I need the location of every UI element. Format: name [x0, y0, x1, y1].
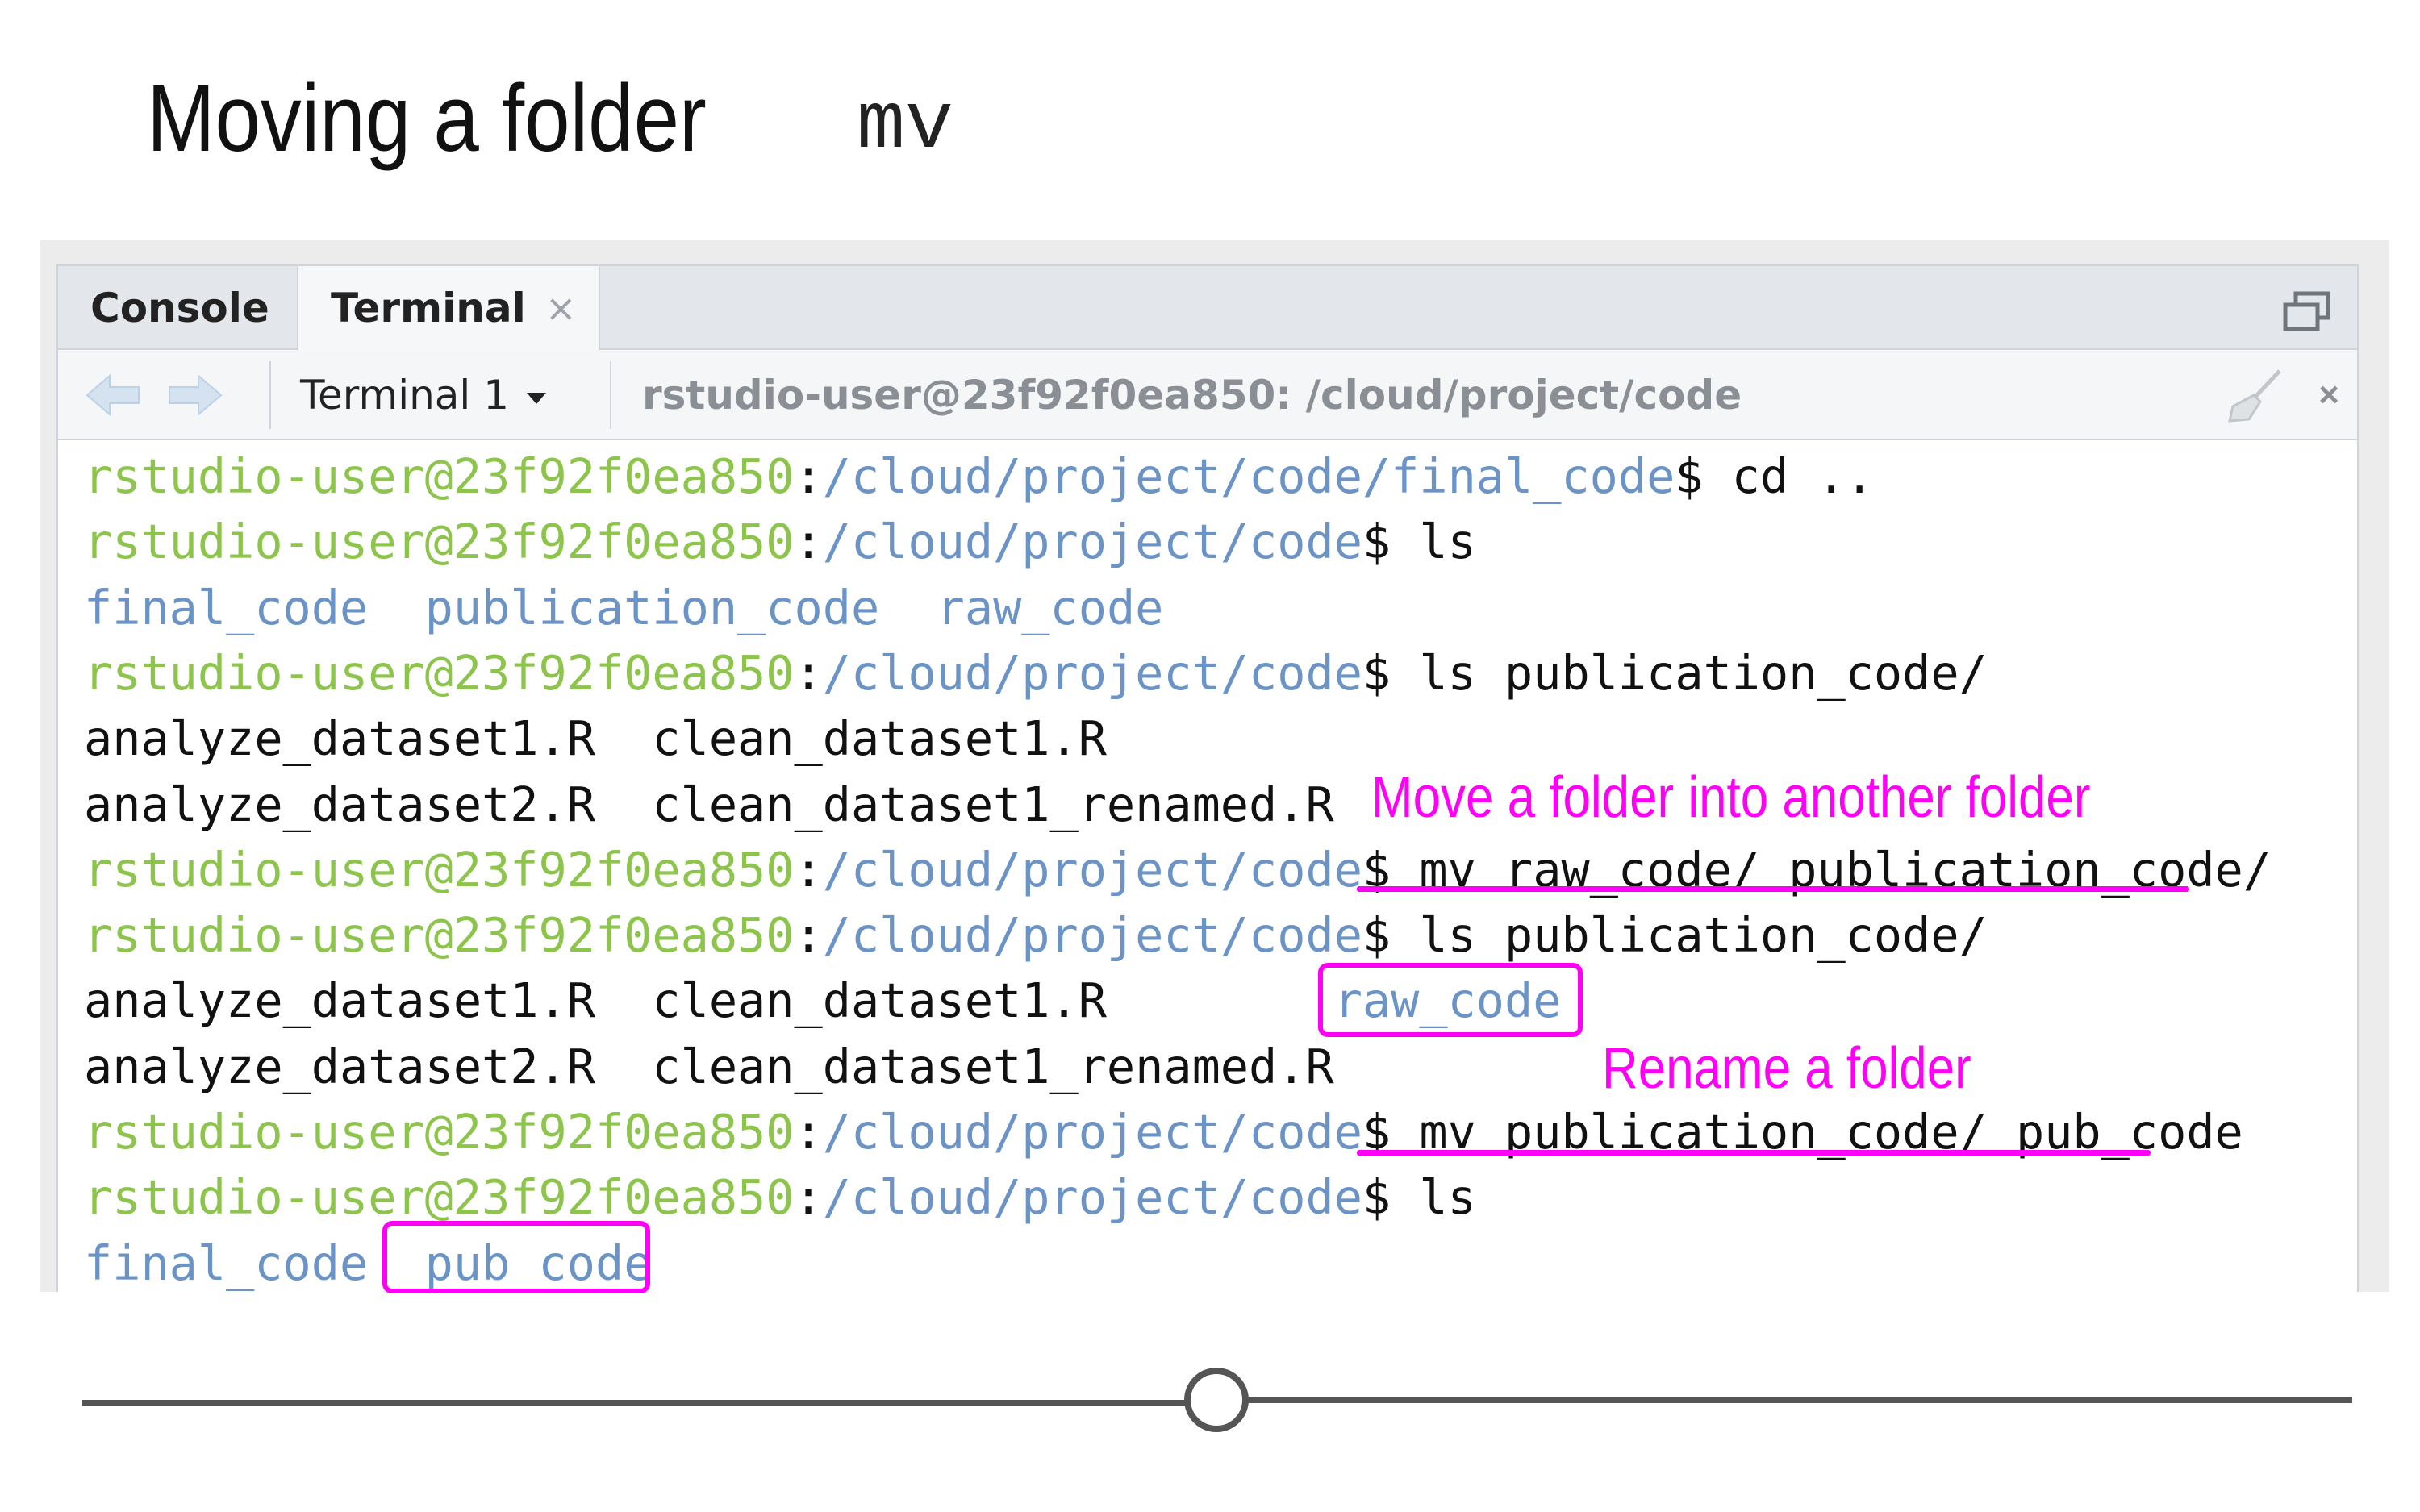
- slide-title: Moving a folder: [147, 65, 707, 172]
- terminal-line: final_code publication_code raw_code: [84, 575, 1163, 641]
- output-text: analyze_dataset2.R clean_dataset1_rename…: [84, 1039, 1334, 1094]
- slider-track-right: [1245, 1397, 2352, 1403]
- prompt-dollar: $: [1362, 514, 1392, 570]
- prompt-path: /cloud/project/code: [822, 1105, 1362, 1160]
- output-text: analyze_dataset2.R clean_dataset1_rename…: [84, 777, 1334, 832]
- prompt-path: /cloud/project/code: [822, 645, 1362, 701]
- back-arrow-icon[interactable]: [82, 371, 144, 419]
- slide-command: mv: [857, 81, 954, 172]
- toolbar-separator: [610, 361, 611, 429]
- tab-console[interactable]: Console: [58, 266, 297, 350]
- command-text: cd ..: [1703, 449, 1874, 504]
- output-text: analyze_dataset1.R clean_dataset1.R: [84, 711, 1107, 767]
- prompt-path: /cloud/project/code/final_code: [822, 449, 1675, 504]
- prompt-path: /cloud/project/code: [822, 514, 1362, 570]
- directory-entry: final_code: [84, 1235, 369, 1291]
- tab-close-icon[interactable]: ×: [545, 266, 577, 350]
- annotation-move-into: Move a folder into another folder: [1371, 765, 2091, 830]
- broom-icon[interactable]: [2225, 366, 2284, 426]
- terminal-line: rstudio-user@23f92f0ea850:/cloud/project…: [84, 509, 1476, 575]
- close-icon[interactable]: ×: [2318, 350, 2339, 440]
- tab-terminal[interactable]: Terminal ×: [297, 266, 600, 352]
- prompt-user: rstudio-user@23f92f0ea850: [84, 645, 795, 701]
- prompt-dollar: $: [1675, 449, 1704, 504]
- prompt-colon: :: [794, 514, 823, 570]
- annotation-rename: Rename a folder: [1602, 1036, 1971, 1101]
- slider-handle[interactable]: [1184, 1368, 1249, 1432]
- terminal-line: rstudio-user@23f92f0ea850:/cloud/project…: [84, 640, 1988, 706]
- tab-terminal-label: Terminal: [331, 285, 526, 331]
- prompt-colon: :: [794, 908, 823, 964]
- terminal-path-label: rstudio-user@23f92f0ea850: /cloud/projec…: [642, 372, 1742, 419]
- prompt-dollar: $: [1362, 645, 1392, 701]
- prompt-path: /cloud/project/code: [822, 908, 1362, 964]
- terminal-line: analyze_dataset2.R clean_dataset1_rename…: [84, 1034, 1334, 1100]
- prompt-user: rstudio-user@23f92f0ea850: [84, 1170, 795, 1226]
- command-text: ls: [1391, 514, 1476, 570]
- prompt-user: rstudio-user@23f92f0ea850: [84, 1105, 795, 1160]
- terminal-line: rstudio-user@23f92f0ea850:/cloud/project…: [84, 1164, 1476, 1231]
- pane-tabbar: Console Terminal ×: [58, 266, 2357, 352]
- command-text: ls publication_code/: [1391, 908, 1988, 964]
- prompt-path: /cloud/project/code: [822, 1170, 1362, 1226]
- output-text: analyze_dataset1.R clean_dataset1.R: [84, 973, 1334, 1029]
- terminal-selector-label: Terminal 1: [300, 372, 510, 419]
- prompt-colon: :: [794, 645, 823, 701]
- prompt-user: rstudio-user@23f92f0ea850: [84, 842, 795, 898]
- terminal-selector[interactable]: Terminal 1: [300, 350, 547, 440]
- terminal-line: rstudio-user@23f92f0ea850:/cloud/project…: [84, 902, 1988, 968]
- terminal-toolbar: Terminal 1 rstudio-user@23f92f0ea850: /c…: [58, 350, 2357, 440]
- directory-entry: final_code: [84, 580, 369, 635]
- terminal-output[interactable]: rstudio-user@23f92f0ea850:/cloud/project…: [58, 440, 2357, 1292]
- prompt-user: rstudio-user@23f92f0ea850: [84, 908, 795, 964]
- prompt-colon: :: [794, 1170, 823, 1226]
- maximize-icon[interactable]: [2281, 290, 2333, 334]
- terminal-line: rstudio-user@23f92f0ea850:/cloud/project…: [84, 837, 2272, 903]
- annotation-box-raw-code: [1318, 963, 1583, 1037]
- prompt-dollar: $: [1362, 1170, 1392, 1226]
- directory-entry: publication_code: [424, 580, 880, 635]
- command-text: ls: [1391, 1170, 1476, 1226]
- directory-entry: raw_code: [936, 580, 1164, 635]
- prompt-user: rstudio-user@23f92f0ea850: [84, 449, 795, 504]
- prompt-dollar: $: [1362, 908, 1392, 964]
- command-text: ls publication_code/: [1391, 645, 1988, 701]
- prompt-colon: :: [794, 1105, 823, 1160]
- terminal-line: analyze_dataset1.R clean_dataset1.R: [84, 706, 1107, 772]
- toolbar-separator: [269, 361, 271, 429]
- prompt-colon: :: [794, 449, 823, 504]
- annotation-box-pub-code: [382, 1221, 650, 1293]
- terminal-line: rstudio-user@23f92f0ea850:/cloud/project…: [84, 444, 1874, 510]
- terminal-line: analyze_dataset2.R clean_dataset1_rename…: [84, 772, 1334, 838]
- prompt-colon: :: [794, 842, 823, 898]
- caret-down-icon: [527, 392, 547, 404]
- prompt-user: rstudio-user@23f92f0ea850: [84, 514, 795, 570]
- annotation-underline-move: [1357, 886, 2189, 892]
- forward-arrow-icon[interactable]: [165, 371, 226, 419]
- prompt-path: /cloud/project/code: [822, 842, 1362, 898]
- annotation-underline-rename: [1357, 1150, 2151, 1156]
- slider-track-left: [82, 1400, 1187, 1406]
